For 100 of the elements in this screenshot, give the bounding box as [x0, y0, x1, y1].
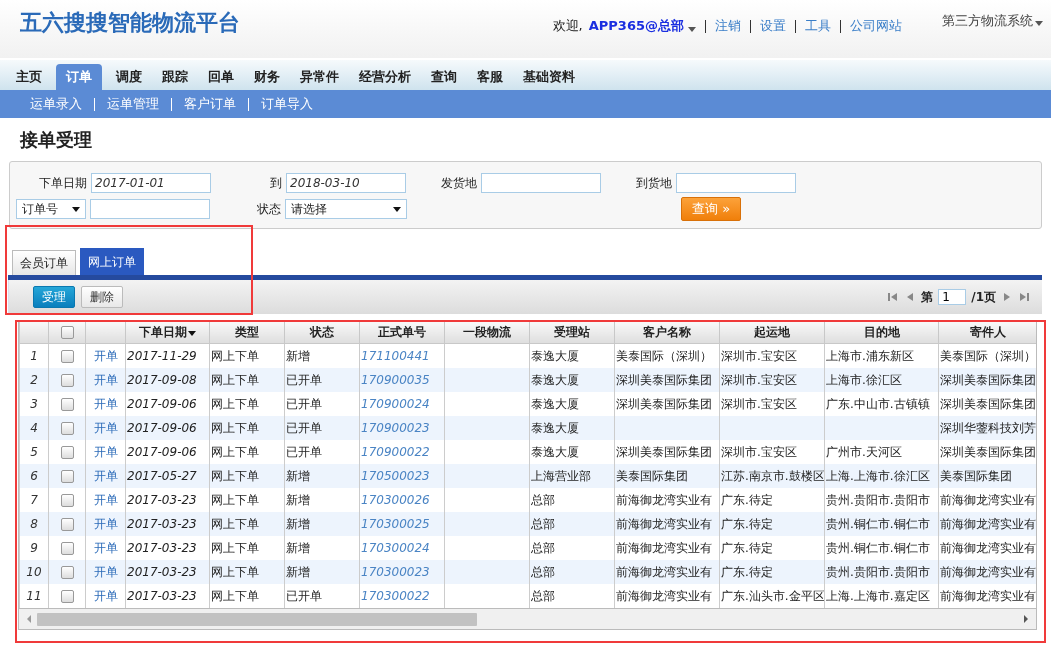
- nav-tab[interactable]: 经营分析: [349, 64, 421, 90]
- nav-tab[interactable]: 回单: [198, 64, 244, 90]
- table-cell: 美泰国际集团: [614, 464, 720, 488]
- nav-tab[interactable]: 财务: [244, 64, 290, 90]
- row-checkbox[interactable]: [60, 566, 74, 579]
- table-cell: 深圳市.宝安区: [719, 368, 825, 392]
- table-cell: 前海御龙湾实业有: [614, 560, 720, 584]
- select-all-checkbox[interactable]: [60, 326, 74, 339]
- tab[interactable]: 网上订单: [80, 248, 144, 275]
- row-number: 6: [19, 464, 49, 488]
- nav-tab[interactable]: 基础资料: [513, 64, 585, 90]
- input-field[interactable]: 2018-03-10: [286, 173, 406, 193]
- nav-tab[interactable]: 主页: [6, 64, 52, 90]
- select-field[interactable]: 订单号: [16, 199, 86, 219]
- row-checkbox[interactable]: [60, 470, 74, 483]
- row-checkbox[interactable]: [60, 398, 74, 411]
- table-cell: 网上下单: [209, 464, 285, 488]
- field-label: 到: [269, 174, 283, 192]
- table-cell: 2017-09-06: [125, 416, 210, 440]
- field-label: 发货地: [440, 174, 478, 192]
- welcome-text: 欢迎,: [552, 17, 583, 35]
- subnav-link[interactable]: 客户订单: [184, 95, 236, 113]
- table-cell: 上海营业部: [529, 464, 615, 488]
- pager-text: /1页: [971, 288, 996, 306]
- system-menu[interactable]: 第三方物流系统: [942, 12, 1043, 30]
- open-order-link[interactable]: 开单: [93, 396, 118, 411]
- table-cell: 2017-03-23: [125, 512, 210, 536]
- open-order-link[interactable]: 开单: [93, 444, 118, 459]
- scroll-right-icon[interactable]: [1022, 614, 1030, 624]
- nav-tab[interactable]: 订单: [56, 64, 102, 90]
- action-button[interactable]: 删除: [81, 286, 123, 308]
- table-cell: 2017-03-23: [125, 560, 210, 584]
- subnav-link[interactable]: 运单录入: [30, 95, 82, 113]
- field-label: 下单日期: [38, 174, 88, 192]
- input-field[interactable]: [90, 199, 210, 219]
- table-cell: 已开单: [284, 368, 360, 392]
- table-cell: 前海御龙湾实业有: [938, 512, 1036, 536]
- row-checkbox[interactable]: [60, 542, 74, 555]
- open-order-link[interactable]: 开单: [93, 348, 118, 363]
- row-checkbox[interactable]: [60, 374, 74, 387]
- open-order-link[interactable]: 开单: [93, 540, 118, 555]
- row-checkbox[interactable]: [60, 422, 74, 435]
- input-field[interactable]: 2017-01-01: [91, 173, 211, 193]
- table-cell: 深圳华蓥科技刘芳: [938, 416, 1036, 440]
- table-cell: 170300023: [359, 560, 445, 584]
- row-number: 10: [19, 560, 49, 584]
- table-cell: 泰逸大厦: [529, 368, 615, 392]
- page-title: 接单受理: [20, 128, 93, 152]
- field-label: 状态: [256, 200, 282, 218]
- row-number: 8: [19, 512, 49, 536]
- input-field[interactable]: 1: [938, 289, 967, 305]
- header-link[interactable]: 注销: [715, 17, 741, 35]
- action-button[interactable]: 受理: [33, 286, 75, 308]
- header-link[interactable]: 工具: [805, 17, 831, 35]
- table-cell: 广东.待定: [719, 560, 825, 584]
- open-order-link[interactable]: 开单: [93, 492, 118, 507]
- row-checkbox[interactable]: [60, 494, 74, 507]
- header-link[interactable]: 设置: [760, 17, 786, 35]
- nav-tab[interactable]: 跟踪: [152, 64, 198, 90]
- table-cell: 2017-09-08: [125, 368, 210, 392]
- nav-tab[interactable]: 查询: [421, 64, 467, 90]
- header-link[interactable]: 公司网站: [850, 17, 902, 35]
- user-menu[interactable]: APP365@总部: [588, 17, 696, 35]
- table-cell: 新增: [284, 512, 360, 536]
- nav-tab[interactable]: 调度: [106, 64, 152, 90]
- sort-icon: [188, 330, 196, 336]
- subnav-link[interactable]: 运单管理: [107, 95, 159, 113]
- caret-icon: [688, 26, 696, 32]
- subnav-link[interactable]: 订单导入: [261, 95, 313, 113]
- table-cell: 美泰国际集团: [938, 464, 1036, 488]
- tab[interactable]: 会员订单: [12, 250, 76, 275]
- table-cell: 170900023: [359, 416, 445, 440]
- open-order-link[interactable]: 开单: [93, 588, 118, 603]
- input-field[interactable]: [676, 173, 796, 193]
- nav-tab[interactable]: 客服: [467, 64, 513, 90]
- input-field[interactable]: [481, 173, 601, 193]
- scrollbar-thumb[interactable]: [37, 612, 477, 626]
- row-checkbox[interactable]: [60, 350, 74, 363]
- row-checkbox[interactable]: [60, 518, 74, 531]
- table-cell: 2017-05-27: [125, 464, 210, 488]
- pager-text: 第: [921, 288, 934, 306]
- table-cell: 网上下单: [209, 368, 285, 392]
- row-number: 2: [19, 368, 49, 392]
- caret-icon: [1035, 20, 1043, 26]
- table-cell: 网上下单: [209, 416, 285, 440]
- table-cell: 170900035: [359, 368, 445, 392]
- table-cell: 新增: [284, 464, 360, 488]
- table-cell: 前海御龙湾实业有: [938, 560, 1036, 584]
- last-page-icon[interactable]: [1018, 291, 1030, 303]
- table-cell: 前海御龙湾实业有: [614, 512, 720, 536]
- table-cell: 网上下单: [209, 560, 285, 584]
- nav-tab[interactable]: 异常件: [290, 64, 349, 90]
- row-checkbox[interactable]: [60, 446, 74, 459]
- table-cell: 170300025: [359, 512, 445, 536]
- row-checkbox[interactable]: [60, 590, 74, 603]
- first-page-icon[interactable]: [887, 291, 900, 303]
- scroll-left-icon[interactable]: [25, 614, 33, 624]
- table-cell: 贵州.铜仁市.铜仁市: [824, 512, 939, 536]
- select-field[interactable]: 请选择: [285, 199, 407, 219]
- column-header: 目的地: [824, 321, 939, 344]
